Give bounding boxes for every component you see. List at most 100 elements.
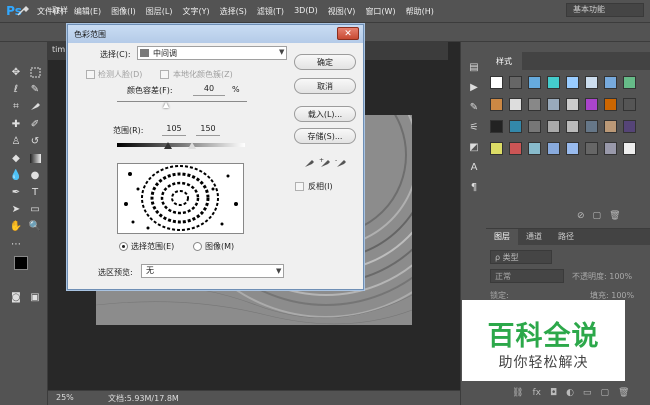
fuzziness-slider[interactable] xyxy=(117,101,247,102)
style-swatch[interactable] xyxy=(566,120,579,133)
eyedropper-icon[interactable] xyxy=(302,156,316,170)
clear-style-icon[interactable]: ⊘ xyxy=(577,211,585,223)
screen-mode-icon[interactable]: ▣ xyxy=(28,290,42,304)
brush-icon[interactable]: ✐ xyxy=(28,117,42,131)
range-slider[interactable] xyxy=(117,143,245,147)
range-low-handle[interactable] xyxy=(164,142,172,149)
style-swatch[interactable] xyxy=(585,76,598,89)
tab-styles[interactable]: 样式 xyxy=(486,52,522,70)
menu-help[interactable]: 帮助(H) xyxy=(401,6,439,17)
style-swatch[interactable] xyxy=(547,76,560,89)
cancel-button[interactable]: 取消 xyxy=(294,78,356,94)
style-swatch[interactable] xyxy=(490,142,503,155)
zoom-icon[interactable]: 🔍 xyxy=(28,219,42,233)
adjustment-layer-icon[interactable]: ◐ xyxy=(566,388,574,398)
style-swatch[interactable] xyxy=(547,142,560,155)
image-radio[interactable] xyxy=(193,242,202,251)
tab-channels[interactable]: 通道 xyxy=(518,229,550,245)
marquee-icon[interactable] xyxy=(28,65,42,79)
style-swatch[interactable] xyxy=(528,76,541,89)
gradient-icon[interactable] xyxy=(28,151,42,165)
adjustments-panel-icon[interactable]: ◩ xyxy=(467,140,481,154)
style-swatch[interactable] xyxy=(604,142,617,155)
save-button[interactable]: 存储(S)... xyxy=(294,128,356,144)
quick-mask-icon[interactable]: ◙ xyxy=(9,290,23,304)
selection-preview-dropdown[interactable]: 无 xyxy=(141,264,284,278)
blur-icon[interactable]: 💧 xyxy=(9,168,23,182)
history-brush-icon[interactable]: ↺ xyxy=(28,134,42,148)
range-high-handle[interactable] xyxy=(188,142,196,149)
lasso-icon[interactable]: ℓ xyxy=(9,82,23,96)
delete-layer-icon[interactable]: 🗑 xyxy=(618,388,629,398)
zoom-level[interactable]: 25% xyxy=(56,393,74,402)
style-swatch[interactable] xyxy=(528,142,541,155)
history-panel-icon[interactable]: ▤ xyxy=(467,60,481,74)
style-swatch[interactable] xyxy=(490,98,503,111)
mask-icon[interactable]: ◘ xyxy=(550,388,557,398)
load-button[interactable]: 载入(L)... xyxy=(294,106,356,122)
menu-view[interactable]: 视图(V) xyxy=(323,6,361,17)
style-swatch[interactable] xyxy=(585,142,598,155)
style-swatch[interactable] xyxy=(490,76,503,89)
path-select-icon[interactable]: ➤ xyxy=(9,202,23,216)
ok-button[interactable]: 确定 xyxy=(294,54,356,70)
style-swatch[interactable] xyxy=(528,98,541,111)
style-swatch[interactable] xyxy=(566,142,579,155)
fx-icon[interactable]: fx xyxy=(532,388,541,398)
menu-image[interactable]: 图像(I) xyxy=(106,6,141,17)
tab-layers[interactable]: 图层 xyxy=(486,229,518,245)
style-swatch[interactable] xyxy=(509,142,522,155)
dialog-close-button[interactable]: ✕ xyxy=(337,27,359,40)
style-swatch[interactable] xyxy=(623,142,636,155)
style-swatch[interactable] xyxy=(509,76,522,89)
new-layer-icon[interactable]: ▢ xyxy=(600,388,609,398)
new-style-icon[interactable]: ▢ xyxy=(593,211,602,223)
style-swatch[interactable] xyxy=(490,120,503,133)
style-swatch[interactable] xyxy=(585,120,598,133)
paragraph-panel-icon[interactable]: ¶ xyxy=(467,180,481,194)
style-swatch[interactable] xyxy=(509,120,522,133)
healing-icon[interactable]: ✚ xyxy=(9,117,23,131)
group-icon[interactable]: ▭ xyxy=(583,388,592,398)
style-swatch[interactable] xyxy=(623,98,636,111)
pen-icon[interactable]: ✒ xyxy=(9,185,23,199)
style-swatch[interactable] xyxy=(547,98,560,111)
style-swatch[interactable] xyxy=(604,120,617,133)
range-high-field[interactable]: 150 xyxy=(196,124,220,136)
stamp-icon[interactable]: ♙ xyxy=(9,134,23,148)
move-icon[interactable]: ✥ xyxy=(9,65,23,79)
style-swatch[interactable] xyxy=(528,120,541,133)
eyedropper-icon[interactable] xyxy=(16,3,30,17)
hand-icon[interactable]: ✋ xyxy=(9,219,23,233)
style-swatch[interactable] xyxy=(566,98,579,111)
crop-icon[interactable]: ⌗ xyxy=(9,99,23,113)
style-swatch[interactable] xyxy=(547,120,560,133)
brush-panel-icon[interactable]: ✎ xyxy=(467,100,481,114)
type-icon[interactable]: T xyxy=(28,185,42,199)
workspace-select[interactable]: 基本功能 xyxy=(566,3,644,17)
style-swatch[interactable] xyxy=(604,76,617,89)
layer-kind-filter[interactable]: ρ 类型 xyxy=(490,250,552,264)
style-swatch[interactable] xyxy=(604,98,617,111)
fuzziness-slider-handle[interactable] xyxy=(163,102,169,108)
actions-panel-icon[interactable]: ▶ xyxy=(467,80,481,94)
menu-3d[interactable]: 3D(D) xyxy=(289,6,323,17)
eyedropper-plus-icon[interactable]: + xyxy=(318,156,332,170)
shape-icon[interactable]: ▭ xyxy=(28,202,42,216)
fuzziness-field[interactable]: 40 xyxy=(193,84,225,96)
dodge-icon[interactable]: ● xyxy=(28,168,42,182)
foreground-color[interactable] xyxy=(14,256,28,270)
properties-panel-icon[interactable]: ⚟ xyxy=(467,120,481,134)
menu-edit[interactable]: 编辑(E) xyxy=(69,6,106,17)
style-swatch[interactable] xyxy=(623,76,636,89)
opacity-field[interactable]: 不透明度: 100% xyxy=(572,271,632,282)
menu-type[interactable]: 文字(Y) xyxy=(177,6,214,17)
menu-filter[interactable]: 滤镜(T) xyxy=(252,6,289,17)
style-swatch[interactable] xyxy=(566,76,579,89)
eyedropper-tool-icon[interactable] xyxy=(28,99,42,113)
more-tools-icon[interactable]: ⋯ xyxy=(9,237,23,251)
dialog-titlebar[interactable] xyxy=(68,25,363,43)
menu-window[interactable]: 窗口(W) xyxy=(360,6,400,17)
selection-radio[interactable] xyxy=(119,242,128,251)
style-swatch[interactable] xyxy=(623,120,636,133)
